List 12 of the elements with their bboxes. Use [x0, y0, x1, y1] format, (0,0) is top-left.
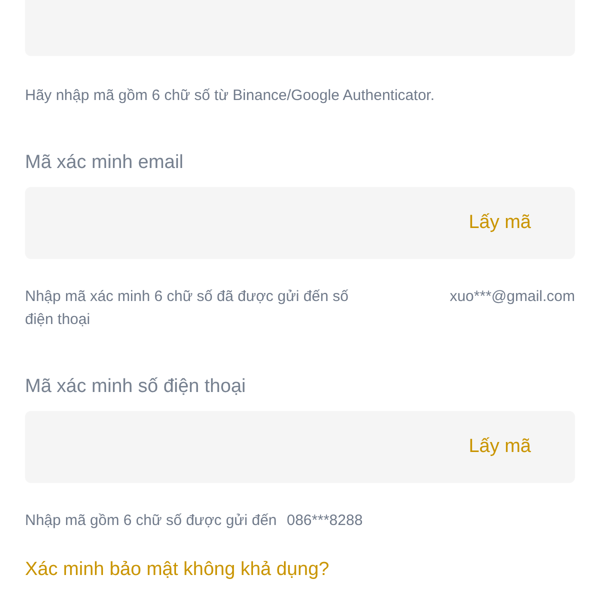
field-label: Mã xác minh số điện thoại	[25, 375, 247, 399]
recipient-phone: 086***8288	[286, 511, 363, 531]
code-input-field[interactable]: Lấy mã	[25, 411, 575, 483]
get-code-button[interactable]: Lấy mã	[468, 208, 531, 238]
hint-text: Hãy nhập mã gồm 6 chữ số từ Binance/Google Authenticator.	[25, 86, 436, 106]
recipient-email: xuo***@gmail.com	[450, 287, 575, 307]
hint-text: Nhập mã gồm 6 chữ số được gửi đến	[25, 511, 277, 531]
hint-text: Nhập mã xác minh 6 chữ số đã được gửi đến số điện thoại	[25, 287, 350, 330]
get-code-button[interactable]: Lấy mã	[468, 432, 531, 462]
field-label: Mã xác minh email	[25, 151, 184, 175]
code-input-field[interactable]: Lấy mã	[25, 187, 575, 259]
security-unavailable-link[interactable]: Xác minh bảo mật không khả dụng?	[25, 558, 330, 582]
